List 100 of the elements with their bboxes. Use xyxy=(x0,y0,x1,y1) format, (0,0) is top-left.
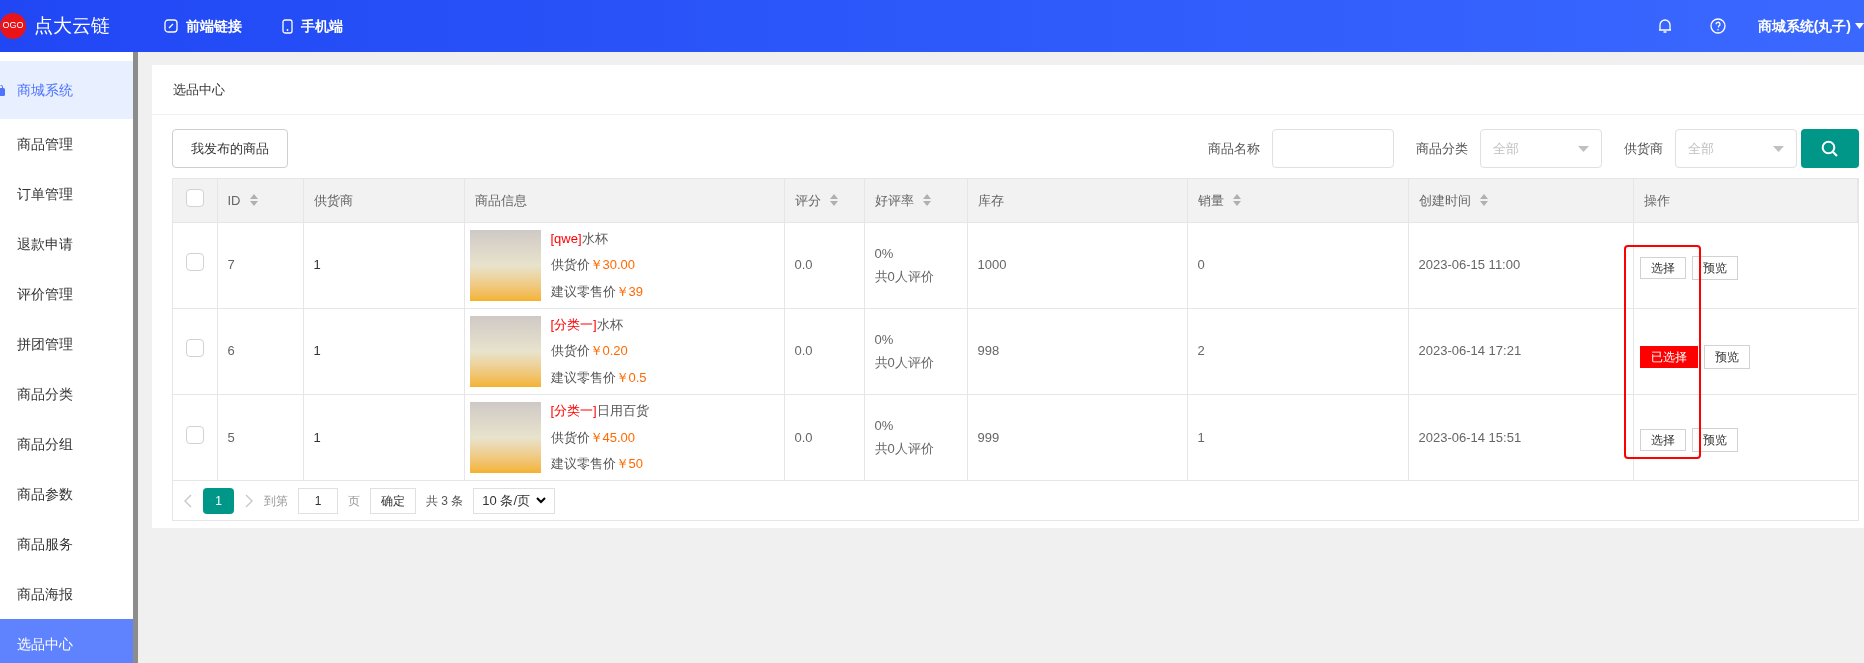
dropdown-icon xyxy=(1772,145,1784,152)
table-cell-text: 共0人评价 xyxy=(874,439,935,458)
page-size-select[interactable]: 10 条/页 xyxy=(473,487,556,514)
sidebar-item[interactable]: 商品管理 xyxy=(0,119,133,169)
preview-button[interactable]: 预览 xyxy=(1691,256,1738,280)
supply-price: 供货价￥0.20 xyxy=(550,342,629,361)
caret-icon[interactable] xyxy=(1855,23,1864,29)
user-menu[interactable]: 商城系统(丸子) xyxy=(1757,15,1851,37)
column-header: 操作 xyxy=(1643,191,1670,210)
nav-link[interactable]: 手机端 xyxy=(282,15,343,37)
table-cell: 1 xyxy=(313,343,321,359)
page-input[interactable]: 1 xyxy=(298,487,338,514)
table-cell-text: 0% xyxy=(874,331,895,349)
table-cell: 1 xyxy=(1197,429,1205,445)
column-header[interactable]: 销量 xyxy=(1197,190,1242,210)
filter-label: 供货商 xyxy=(1623,139,1663,158)
column-header: 库存 xyxy=(977,191,1004,210)
table-cell: 2023-06-14 15:51 xyxy=(1418,429,1522,445)
page-unit: 页 xyxy=(348,492,360,510)
previous-page-icon[interactable] xyxy=(183,493,193,508)
sort-icon[interactable] xyxy=(1231,193,1242,208)
column-header: 商品信息 xyxy=(474,191,527,210)
table-cell: 998 xyxy=(977,343,1000,359)
photo-placeholder xyxy=(469,315,541,387)
nav-link[interactable]: 前端链接 xyxy=(164,15,242,37)
column-header: 供货商 xyxy=(313,191,353,210)
sort-icon[interactable] xyxy=(1478,193,1489,208)
column-header[interactable]: 评分 xyxy=(794,190,839,210)
retail-price: 建议零售价￥39 xyxy=(550,282,643,301)
retail-price: 建议零售价￥50 xyxy=(550,455,644,473)
table-cell: 1 xyxy=(313,429,321,445)
column-header[interactable]: 创建时间 xyxy=(1418,190,1489,210)
table-cell-text: 共0人评价 xyxy=(874,353,935,372)
table-cell: 0.0 xyxy=(794,257,813,273)
table-cell: 999 xyxy=(977,429,1000,445)
sidebar-item[interactable]: 评价管理 xyxy=(0,269,133,319)
preview-button[interactable]: 预览 xyxy=(1691,428,1738,453)
preview-button[interactable]: 预览 xyxy=(1703,345,1750,369)
help-icon[interactable] xyxy=(1709,18,1726,34)
table-cell: 5 xyxy=(227,429,235,445)
dropdown-icon xyxy=(1577,145,1589,152)
page-button[interactable]: 1 xyxy=(203,487,234,514)
column-header[interactable]: ID xyxy=(227,190,259,210)
sidebar-item[interactable]: 商品海报 xyxy=(0,569,133,619)
search-button[interactable] xyxy=(1800,129,1859,168)
link-icon xyxy=(164,19,178,33)
table-cell: 1000 xyxy=(977,257,1007,273)
table-cell-text: 0% xyxy=(874,245,895,263)
table-cell: 7 xyxy=(227,257,235,273)
phone-icon xyxy=(282,18,293,34)
table-cell: 2023-06-14 17:21 xyxy=(1418,343,1522,359)
table-cell: 6 xyxy=(227,343,235,359)
product-title: [分类一]日用百货 xyxy=(550,402,649,420)
sort-icon[interactable] xyxy=(921,193,932,208)
sidebar-item[interactable]: 商品参数 xyxy=(0,469,133,519)
table-cell: 1 xyxy=(313,257,321,273)
select-button[interactable]: 选择 xyxy=(1639,257,1686,279)
table-cell: 2023-06-15 11:00 xyxy=(1418,257,1521,273)
filter-label: 商品名称 xyxy=(1207,139,1260,158)
checkbox[interactable] xyxy=(185,253,204,272)
product-title: [分类一]水杯 xyxy=(550,315,624,334)
table-cell-text: 共0人评价 xyxy=(874,267,935,286)
confirm-button[interactable]: 确定 xyxy=(370,487,416,514)
page-title: 选品中心 xyxy=(173,80,225,99)
sort-icon[interactable] xyxy=(248,193,259,208)
sidebar-item[interactable]: 拼团管理 xyxy=(0,319,133,369)
select-button[interactable]: 选择 xyxy=(1639,429,1686,452)
my-products-button[interactable]: 我发布的商品 xyxy=(172,129,288,168)
photo-placeholder xyxy=(469,401,541,473)
sidebar-item[interactable]: 商品分类 xyxy=(0,369,133,419)
chevron-down-icon[interactable] xyxy=(536,497,547,504)
goto-label: 到第 xyxy=(264,492,288,510)
sidebar-item[interactable]: 商品服务 xyxy=(0,519,133,569)
sidebar-item[interactable]: 订单管理 xyxy=(0,169,133,219)
filter-label: 商品分类 xyxy=(1415,139,1468,158)
sidebar-item[interactable]: 退款申请 xyxy=(0,219,133,269)
table-cell-text: 0% xyxy=(874,417,895,436)
retail-price: 建议零售价￥0.5 xyxy=(550,368,647,387)
next-page-icon[interactable] xyxy=(244,493,254,508)
sidebar-item[interactable]: 商城系统 xyxy=(0,61,133,119)
column-header[interactable]: 好评率 xyxy=(874,190,932,210)
search-icon xyxy=(1820,139,1839,158)
table-cell: 2 xyxy=(1197,343,1205,359)
table-cell: 0.0 xyxy=(794,429,813,445)
supply-price: 供货价￥45.00 xyxy=(550,428,637,447)
product-title: [qwe]水杯 xyxy=(550,229,609,248)
brand-name: 点大云链 xyxy=(34,13,110,38)
sort-icon[interactable] xyxy=(828,193,839,208)
checkbox[interactable] xyxy=(185,188,204,207)
input-field[interactable] xyxy=(1271,129,1394,168)
logo: OGO xyxy=(0,13,26,39)
total-count: 共 3 条 xyxy=(426,492,464,510)
photo-placeholder xyxy=(469,229,541,301)
checkbox[interactable] xyxy=(185,425,204,444)
checkbox[interactable] xyxy=(185,339,204,358)
select-button[interactable]: 已选择 xyxy=(1639,346,1698,368)
supply-price: 供货价￥30.00 xyxy=(550,256,637,275)
sidebar-item[interactable]: 商品分组 xyxy=(0,419,133,469)
table-cell: 0 xyxy=(1197,257,1205,273)
notification-icon[interactable] xyxy=(1657,18,1672,34)
